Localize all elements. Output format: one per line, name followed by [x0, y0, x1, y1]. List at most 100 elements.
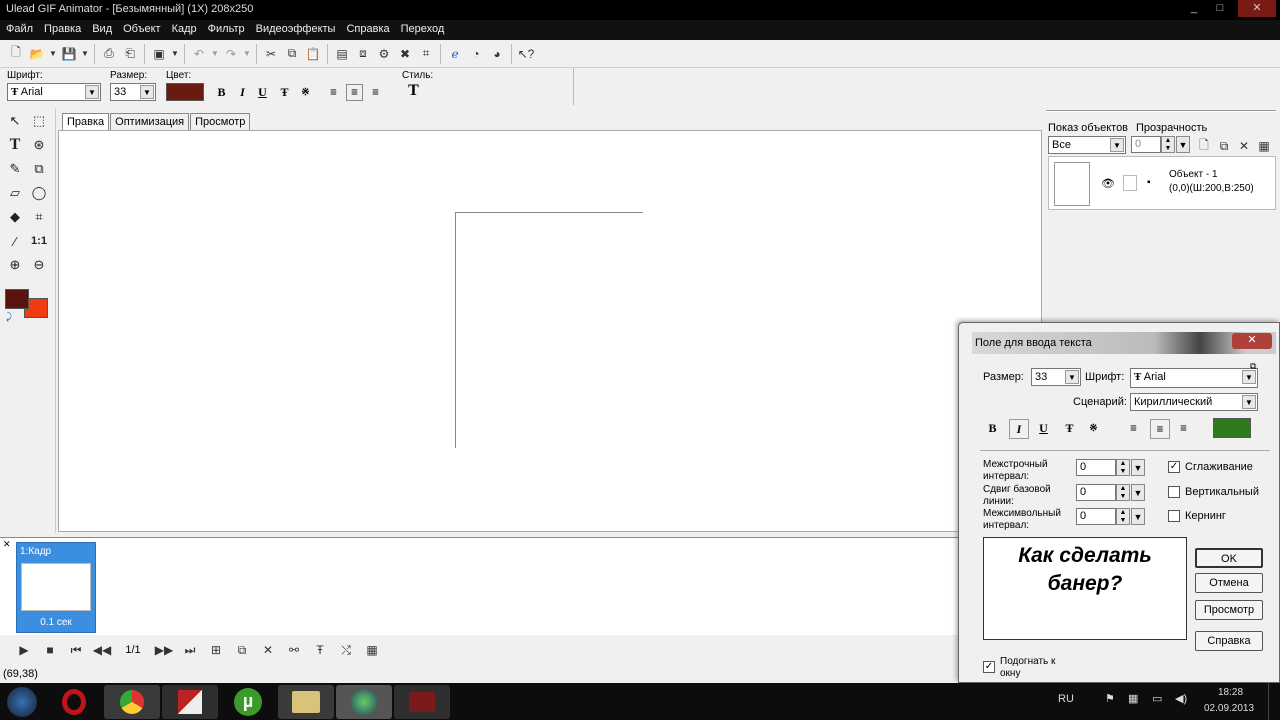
- dialog-underline-button[interactable]: U: [1035, 420, 1052, 437]
- underline-button[interactable]: U: [254, 84, 271, 101]
- ok-button[interactable]: OK: [1195, 548, 1263, 568]
- first-frame-icon[interactable]: ⏮: [66, 640, 86, 660]
- lock-toggle-icon[interactable]: [1123, 175, 1137, 191]
- swap-colors-icon[interactable]: ⤸: [6, 312, 12, 323]
- crop-icon[interactable]: ⌗: [416, 44, 436, 64]
- chevron-down-icon[interactable]: ▼: [1242, 395, 1256, 409]
- baseline-shift-input[interactable]: 0: [1076, 484, 1116, 501]
- align-left-icon[interactable]: ≡: [325, 84, 342, 101]
- previous-frame-icon[interactable]: ◀◀: [92, 640, 112, 660]
- clock-date[interactable]: 02.09.2013: [1204, 703, 1254, 714]
- transform-tool-icon[interactable]: ⊛: [28, 134, 50, 156]
- dialog-outline-icon[interactable]: ※: [1085, 420, 1102, 437]
- menu-filter[interactable]: Фильтр: [208, 23, 245, 37]
- save-icon[interactable]: 💾: [59, 44, 79, 64]
- menu-view[interactable]: Вид: [92, 23, 112, 37]
- image-canvas[interactable]: [455, 212, 643, 448]
- help-button[interactable]: Справка: [1195, 631, 1263, 651]
- show-desktop-button[interactable]: [1268, 683, 1280, 720]
- align-center-icon[interactable]: ≡: [346, 84, 363, 101]
- dialog-size-select[interactable]: 33 ▼: [1031, 368, 1081, 386]
- minimize-button[interactable]: _: [1180, 0, 1208, 17]
- dialog-align-right-icon[interactable]: ≡: [1175, 420, 1192, 437]
- zoom-view-icon[interactable]: ◔: [466, 44, 486, 64]
- redo-icon[interactable]: ↷: [221, 44, 241, 64]
- close-panel-icon[interactable]: ✕: [3, 539, 11, 550]
- volume-icon[interactable]: ◀): [1175, 692, 1187, 705]
- baseline-shift-spinner[interactable]: ▲ ▼: [1116, 484, 1130, 501]
- utorrent-task-button[interactable]: µ: [220, 685, 276, 719]
- antialias-checkbox[interactable]: ✓: [1168, 461, 1180, 473]
- actual-size-icon[interactable]: 1:1: [28, 230, 50, 252]
- cancel-button[interactable]: Отмена: [1195, 573, 1263, 593]
- show-objects-select[interactable]: Все ▼: [1048, 136, 1126, 154]
- context-help-icon[interactable]: ↖?: [516, 44, 536, 64]
- eyedropper-tool-icon[interactable]: ⁄: [4, 230, 26, 252]
- eye-visibility-icon[interactable]: 👁: [1101, 177, 1115, 190]
- dialog-strikethrough-icon[interactable]: Ŧ: [1061, 420, 1078, 437]
- frame-thumbnail[interactable]: 1:Кадр 0.1 сек: [16, 542, 96, 633]
- duplicate-frame-icon[interactable]: ⧉: [232, 640, 252, 660]
- chevron-down-icon[interactable]: ▼: [1110, 138, 1124, 152]
- menu-file[interactable]: Файл: [6, 23, 33, 37]
- display-icon[interactable]: ▭: [1152, 692, 1162, 705]
- dialog-close-button[interactable]: ✕: [1232, 333, 1272, 349]
- kerning-checkbox[interactable]: [1168, 510, 1180, 522]
- dropdown-arrow-icon[interactable]: ▼: [210, 44, 220, 64]
- frame-properties-icon[interactable]: ⚙: [374, 44, 394, 64]
- vertical-checkbox[interactable]: [1168, 486, 1180, 498]
- chrome-task-button[interactable]: [104, 684, 160, 719]
- chevron-down-icon[interactable]: ▼: [85, 85, 99, 99]
- fit-window-checkbox[interactable]: ✓: [983, 661, 995, 673]
- new-file-icon[interactable]: 🗋: [6, 44, 26, 64]
- opacity-input[interactable]: 0: [1131, 136, 1161, 153]
- marquee-tool-icon[interactable]: ⬚: [28, 110, 50, 132]
- font-expand-icon[interactable]: ⧉: [1250, 361, 1256, 372]
- line-spacing-dropdown[interactable]: ▼: [1131, 459, 1145, 476]
- foreground-color-swatch[interactable]: [5, 289, 29, 309]
- add-image-icon[interactable]: ▣: [149, 44, 169, 64]
- char-spacing-input[interactable]: 0: [1076, 508, 1116, 525]
- dialog-italic-button[interactable]: I: [1009, 419, 1029, 439]
- opera-task-button[interactable]: [46, 685, 102, 719]
- crop-tool-icon[interactable]: ⌗: [28, 206, 50, 228]
- duplicate-frame-icon[interactable]: ⧈: [353, 44, 373, 64]
- browser-preview-icon[interactable]: ℯ: [445, 44, 465, 64]
- align-right-icon[interactable]: ≡: [367, 84, 384, 101]
- chevron-down-icon[interactable]: ▼: [1065, 370, 1079, 384]
- paste-icon[interactable]: 📋: [303, 44, 323, 64]
- preview-button[interactable]: Просмотр: [1195, 600, 1263, 620]
- opacity-dropdown[interactable]: ▼: [1176, 136, 1190, 153]
- frame-icon[interactable]: ▤: [332, 44, 352, 64]
- text-style-icon[interactable]: T: [405, 82, 422, 99]
- script-select[interactable]: Кириллический ▼: [1130, 393, 1258, 411]
- opacity-spinner[interactable]: ▲ ▼: [1161, 136, 1175, 153]
- object-list[interactable]: 👁 ▪ Объект - 1 (0,0)(Ш:200,В:250): [1048, 156, 1276, 210]
- play-icon[interactable]: ▶: [14, 640, 34, 660]
- dropdown-arrow-icon[interactable]: ▼: [80, 44, 90, 64]
- delete-frame-icon[interactable]: ✖: [395, 44, 415, 64]
- clone-tool-icon[interactable]: ⧉: [28, 158, 50, 180]
- banner-text-icon[interactable]: Ŧ: [310, 640, 330, 660]
- dialog-font-select[interactable]: Ŧ Arial ▼: [1130, 368, 1258, 388]
- menu-transition[interactable]: Переход: [401, 23, 445, 37]
- delete-frame-icon[interactable]: ✕: [258, 640, 278, 660]
- menu-frame[interactable]: Кадр: [172, 23, 197, 37]
- text-entry-area[interactable]: Как сделать банер?: [983, 537, 1187, 640]
- strikethrough-icon[interactable]: Ŧ: [276, 84, 293, 101]
- pick-tool-icon[interactable]: ↖: [4, 110, 26, 132]
- chevron-down-icon[interactable]: ▼: [1242, 370, 1256, 384]
- undo-icon[interactable]: ↶: [189, 44, 209, 64]
- language-indicator[interactable]: RU: [1058, 693, 1074, 705]
- add-frame-icon[interactable]: ⊞: [206, 640, 226, 660]
- dialog-align-center-icon[interactable]: ≡: [1150, 419, 1170, 439]
- text-tool-icon[interactable]: T: [4, 134, 26, 156]
- duplicate-object-icon[interactable]: ⧉: [1214, 136, 1234, 156]
- new-object-icon[interactable]: 🗋: [1194, 136, 1214, 156]
- network-icon[interactable]: ▦: [1128, 692, 1138, 705]
- close-button[interactable]: ✕: [1238, 0, 1276, 17]
- gif-animator-task-button[interactable]: [336, 684, 392, 719]
- winrar-task-button[interactable]: [162, 684, 218, 719]
- chevron-down-icon[interactable]: ▼: [140, 85, 154, 99]
- dialog-text-color-swatch[interactable]: [1213, 418, 1251, 438]
